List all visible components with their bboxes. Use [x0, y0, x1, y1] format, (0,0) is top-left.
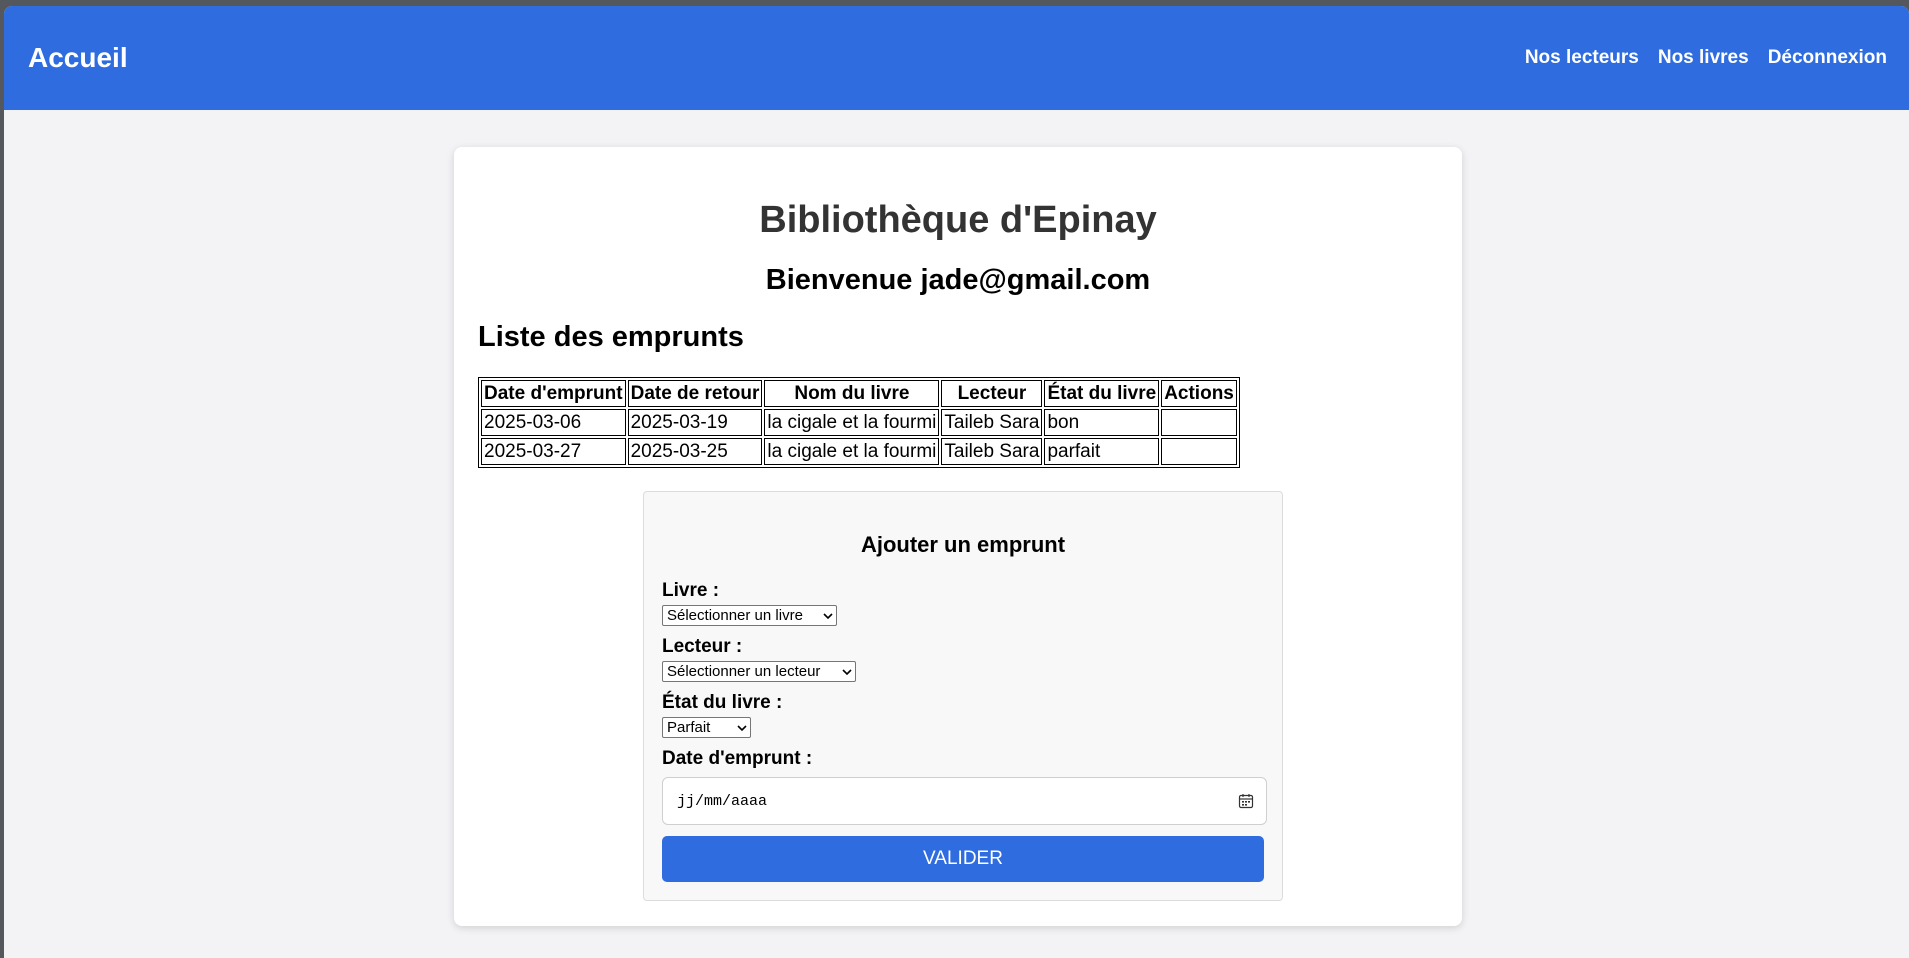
- cell-loan-date: 2025-03-06: [481, 409, 626, 436]
- book-state-select[interactable]: Parfait: [662, 717, 751, 738]
- cell-reader: Taileb Sara: [941, 438, 1043, 465]
- nav-home-link[interactable]: Accueil: [28, 42, 128, 74]
- chevron-down-icon: [842, 668, 852, 675]
- chevron-down-icon: [823, 612, 833, 619]
- welcome-message: Bienvenue jade@gmail.com: [765, 264, 1151, 296]
- cell-return-date: 2025-03-25: [627, 438, 763, 465]
- column-header-return-date: Date de retour: [627, 380, 763, 407]
- cell-reader: Taileb Sara: [941, 409, 1043, 436]
- table-row: 2025-03-06 2025-03-19 la cigale et la fo…: [481, 409, 1237, 436]
- table-header-row: Date d'emprunt Date de retour Nom du liv…: [481, 380, 1237, 407]
- book-state-select-value: Parfait: [667, 719, 711, 736]
- loan-date-label: Date d'emprunt :: [662, 748, 813, 769]
- column-header-actions: Actions: [1161, 380, 1237, 407]
- form-title: Ajouter un emprunt: [860, 532, 1066, 557]
- add-loan-form: Ajouter un emprunt Livre : Sélectionner …: [643, 491, 1283, 901]
- nav-logout-link[interactable]: Déconnexion: [1768, 47, 1887, 69]
- browser-viewport: Accueil Nos lecteurs Nos livres Déconnex…: [4, 6, 1909, 958]
- date-placeholder: jj/mm/aaaa: [677, 792, 768, 810]
- loans-table: Date d'emprunt Date de retour Nom du liv…: [478, 377, 1240, 468]
- submit-button[interactable]: VALIDER: [662, 836, 1264, 882]
- reader-select[interactable]: Sélectionner un lecteur: [662, 661, 856, 682]
- reader-select-value: Sélectionner un lecteur: [667, 663, 821, 680]
- cell-book-name: la cigale et la fourmi: [764, 438, 940, 465]
- cell-return-date: 2025-03-19: [627, 409, 763, 436]
- book-state-label: État du livre :: [662, 692, 783, 713]
- cell-loan-date: 2025-03-27: [481, 438, 626, 465]
- column-header-reader: Lecteur: [941, 380, 1043, 407]
- cell-book-state: bon: [1044, 409, 1160, 436]
- page-title: Bibliothèque d'Epinay: [759, 199, 1157, 241]
- loan-date-input[interactable]: jj/mm/aaaa: [662, 777, 1267, 825]
- book-select-value: Sélectionner un livre: [667, 607, 803, 624]
- cell-actions: [1161, 438, 1237, 465]
- column-header-book-state: État du livre: [1044, 380, 1160, 407]
- table-row: 2025-03-27 2025-03-25 la cigale et la fo…: [481, 438, 1237, 465]
- book-select[interactable]: Sélectionner un livre: [662, 605, 837, 626]
- column-header-loan-date: Date d'emprunt: [481, 380, 626, 407]
- main-card: Bibliothèque d'Epinay Bienvenue jade@gma…: [454, 147, 1462, 926]
- reader-label: Lecteur :: [662, 636, 743, 657]
- nav-books-link[interactable]: Nos livres: [1658, 47, 1749, 69]
- navbar: Accueil Nos lecteurs Nos livres Déconnex…: [4, 6, 1909, 110]
- book-label: Livre :: [662, 580, 720, 601]
- nav-links: Nos lecteurs Nos livres Déconnexion: [1525, 47, 1887, 69]
- nav-readers-link[interactable]: Nos lecteurs: [1525, 47, 1639, 69]
- cell-actions: [1161, 409, 1237, 436]
- calendar-icon[interactable]: [1238, 793, 1254, 809]
- cell-book-name: la cigale et la fourmi: [764, 409, 940, 436]
- loans-section-title: Liste des emprunts: [478, 321, 744, 353]
- cell-book-state: parfait: [1044, 438, 1160, 465]
- column-header-book-name: Nom du livre: [764, 380, 940, 407]
- chevron-down-icon: [737, 724, 747, 731]
